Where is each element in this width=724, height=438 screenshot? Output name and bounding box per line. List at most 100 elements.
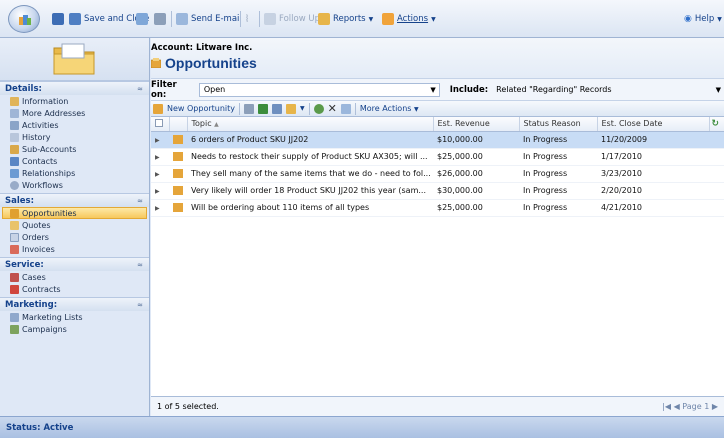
table-row[interactable]: ▶ Very likely will order 18 Product SKU … <box>151 182 724 200</box>
entity-image-area <box>0 38 149 81</box>
nav-item-orders[interactable]: Orders <box>0 231 149 243</box>
nav-item-more-addresses[interactable]: More Addresses <box>0 107 149 119</box>
more-actions-menu[interactable]: More Actions ▼ <box>360 104 419 113</box>
first-page-icon[interactable]: |◀ <box>662 402 671 411</box>
cell-topic[interactable]: Very likely will order 18 Product SKU JJ… <box>187 182 433 200</box>
nav-item-label: Campaigns <box>22 324 67 334</box>
nav-item-relationships[interactable]: Relationships <box>0 167 149 179</box>
nav-item-label: Orders <box>22 232 49 242</box>
page-number: Page 1 <box>682 402 710 411</box>
activities-icon <box>10 120 19 130</box>
table-row[interactable]: ▶ Will be ordering about 110 items of al… <box>151 199 724 217</box>
cell-topic[interactable]: 6 orders of Product SKU JJ202 <box>187 131 433 149</box>
nav-item-label: Workflows <box>22 180 63 190</box>
cell-est-close-date: 4/21/2010 <box>597 199 709 217</box>
collapse-icon[interactable]: ≈ <box>137 301 143 309</box>
collapse-icon[interactable]: ≈ <box>137 85 143 93</box>
row-expand[interactable]: ▶ <box>151 182 169 200</box>
nav-item-invoices[interactable]: Invoices <box>0 243 149 255</box>
filter-on-select[interactable]: Open ▼ <box>198 82 440 97</box>
sort-asc-icon: ▲ <box>214 121 219 129</box>
contracts-icon <box>10 284 19 294</box>
crm-orb-button[interactable] <box>8 5 40 33</box>
nav-item-marketing-lists[interactable]: Marketing Lists <box>0 311 149 323</box>
mail-merge-icon[interactable] <box>272 103 282 114</box>
column-header-topic[interactable]: Topic ▲ <box>187 117 434 132</box>
row-expand[interactable]: ▶ <box>151 148 169 166</box>
select-all-checkbox[interactable] <box>151 117 170 132</box>
nav-item-quotes[interactable]: Quotes <box>0 219 149 231</box>
main-content: Account: Litware Inc. Opportunities Filt… <box>151 38 724 416</box>
nav-item-label: Invoices <box>22 244 55 254</box>
export-excel-icon[interactable] <box>258 103 268 114</box>
cell-est-revenue: $10,000.00 <box>433 131 519 149</box>
include-select[interactable]: Related "Regarding" Records ▼ <box>492 83 724 97</box>
nav-item-workflows[interactable]: Workflows <box>0 179 149 191</box>
information-icon <box>10 96 19 106</box>
table-row[interactable]: ▶ Needs to restock their supply of Produ… <box>151 148 724 166</box>
actions-menu[interactable]: Actions ▼ <box>382 12 436 26</box>
next-page-icon[interactable]: ▶ <box>712 402 718 411</box>
cases-icon <box>10 272 19 282</box>
nav-header-service[interactable]: Service: ≈ <box>0 257 149 271</box>
follow-up-label: Follow Up <box>279 14 320 24</box>
row-expand[interactable]: ▶ <box>151 165 169 183</box>
collapse-icon[interactable]: ≈ <box>137 261 143 269</box>
nav-group-marketing: Marketing: ≈ Marketing Lists Campaigns <box>0 297 149 337</box>
nav-item-opportunities[interactable]: Opportunities <box>2 207 147 219</box>
send-email-button[interactable]: Send E-mail <box>176 12 242 26</box>
cell-topic[interactable]: Needs to restock their supply of Product… <box>187 148 433 166</box>
history-icon <box>10 132 19 142</box>
column-header-est-close-date[interactable]: Est. Close Date <box>597 117 710 132</box>
nav-item-information[interactable]: Information <box>0 95 149 107</box>
nav-item-activities[interactable]: Activities <box>0 119 149 131</box>
cell-topic[interactable]: Will be ordering about 110 items of all … <box>187 199 433 217</box>
nav-header-marketing[interactable]: Marketing: ≈ <box>0 297 149 311</box>
reports-label: Reports <box>333 14 366 24</box>
nav-item-cases[interactable]: Cases <box>0 271 149 283</box>
nav-item-campaigns[interactable]: Campaigns <box>0 323 149 335</box>
toolbar-separator <box>354 102 356 115</box>
row-expand[interactable]: ▶ <box>151 199 169 217</box>
reports-menu[interactable]: Reports ▼ <box>318 12 373 26</box>
cell-status-reason: In Progress <box>519 165 597 183</box>
nav-header-details[interactable]: Details: ≈ <box>0 81 149 95</box>
nav-item-sub-accounts[interactable]: Sub-Accounts <box>0 143 149 155</box>
nav-item-contracts[interactable]: Contracts <box>0 283 149 295</box>
print-button[interactable] <box>154 12 166 26</box>
prev-page-icon[interactable]: ◀ <box>674 402 680 411</box>
table-row[interactable]: ▶ 6 orders of Product SKU JJ202 $10,000.… <box>151 131 724 149</box>
delete-icon[interactable]: ✕ <box>328 102 337 115</box>
paperclip-icon: ⦚ <box>246 13 249 25</box>
attach-button[interactable]: ⦚ <box>246 12 248 26</box>
column-header-status-reason[interactable]: Status Reason <box>519 117 598 132</box>
new-opportunity-button[interactable]: New Opportunity <box>167 104 235 113</box>
nav-item-label: History <box>22 132 51 142</box>
nav-item-label: Contracts <box>22 284 61 294</box>
new-opportunity-icon <box>153 103 163 114</box>
email-icon[interactable] <box>340 103 351 114</box>
nav-header-sales[interactable]: Sales: ≈ <box>0 193 149 207</box>
table-row[interactable]: ▶ They sell many of the same items that … <box>151 165 724 183</box>
icon-column-header <box>169 117 188 132</box>
nav-item-history[interactable]: History <box>0 131 149 143</box>
report-icon[interactable] <box>286 103 296 114</box>
address-icon <box>10 108 19 118</box>
chevron-down-icon[interactable]: ▼ <box>300 105 305 112</box>
assign-icon[interactable] <box>313 103 324 114</box>
new-record-button[interactable] <box>136 12 148 26</box>
expand-icon: ▶ <box>155 154 160 161</box>
email-icon <box>176 13 188 25</box>
opportunities-icon <box>10 208 19 218</box>
cell-topic[interactable]: They sell many of the same items that we… <box>187 165 433 183</box>
save-button[interactable] <box>52 12 64 26</box>
nav-item-contacts[interactable]: Contacts <box>0 155 149 167</box>
print-icon[interactable] <box>244 103 254 114</box>
collapse-icon[interactable]: ≈ <box>137 197 143 205</box>
help-menu[interactable]: ◉ Help ▼ <box>684 12 722 26</box>
column-header-est-revenue[interactable]: Est. Revenue <box>433 117 520 132</box>
row-expand[interactable]: ▶ <box>151 131 169 149</box>
refresh-grid-button[interactable]: ↻ <box>709 117 724 132</box>
left-navigation: Details: ≈ Information More Addresses Ac… <box>0 38 150 416</box>
cell-status-reason: In Progress <box>519 131 597 149</box>
